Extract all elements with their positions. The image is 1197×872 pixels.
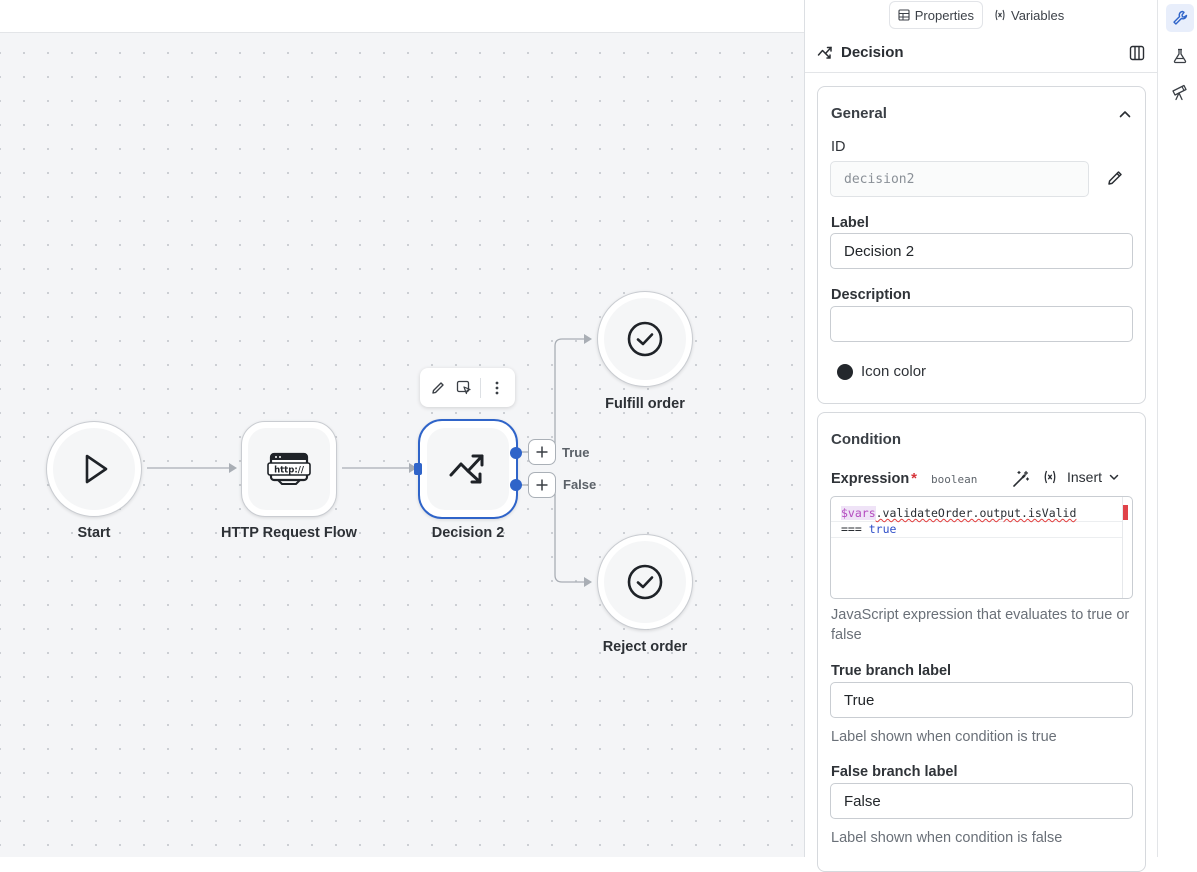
- telescope-icon: [1172, 84, 1187, 101]
- select-node-button[interactable]: [452, 374, 476, 402]
- tab-variables-label: Variables: [1011, 7, 1065, 23]
- expression-help-text: JavaScript expression that evaluates to …: [831, 607, 1130, 643]
- more-vertical-icon: [495, 381, 499, 394]
- decision-input-handle[interactable]: [414, 463, 422, 475]
- true-branch-help-text: Label shown when condition is true: [831, 729, 1057, 745]
- columns-layout-icon[interactable]: [1129, 45, 1145, 61]
- icon-color-label: Icon color: [861, 363, 927, 380]
- false-output-handle[interactable]: [510, 479, 522, 491]
- right-rail: [1158, 0, 1197, 857]
- true-branch-label-title: True branch label: [831, 663, 952, 679]
- reject-order-label: Reject order: [602, 639, 688, 655]
- decision-node[interactable]: [418, 419, 518, 519]
- variable-icon: [1044, 470, 1056, 484]
- tab-variables[interactable]: Variables: [986, 2, 1072, 28]
- chevron-down-icon: [1109, 474, 1119, 480]
- general-section: General ID decision2 Label Decision 2 De…: [817, 86, 1146, 404]
- true-branch-label: True: [562, 445, 590, 460]
- rail-test-button[interactable]: [1166, 42, 1194, 70]
- tab-properties-label: Properties: [914, 7, 974, 23]
- fulfill-order-label: Fulfill order: [605, 396, 685, 412]
- code-line-2: === true: [841, 521, 896, 537]
- panel-tabs: Properties Variables: [805, 0, 1157, 33]
- expression-label: Expression: [831, 471, 910, 487]
- description-label: Description: [831, 287, 911, 303]
- label-field-label: Label: [831, 215, 869, 231]
- http-request-node[interactable]: http://: [241, 421, 337, 517]
- insert-label: Insert: [1067, 469, 1103, 485]
- toolbar-divider: [480, 377, 481, 398]
- plus-icon: [536, 479, 548, 491]
- add-true-branch-button[interactable]: [528, 439, 556, 465]
- code-line-1: $vars.validateOrder.output.isValid: [841, 505, 1076, 521]
- label-input[interactable]: Decision 2: [830, 233, 1133, 269]
- insert-dropdown[interactable]: Insert: [1043, 469, 1120, 485]
- expression-editor[interactable]: $vars.validateOrder.output.isValid === t…: [830, 496, 1133, 599]
- code-boolean-token: true: [868, 522, 897, 536]
- panel-header: Decision: [805, 33, 1157, 73]
- tab-properties[interactable]: Properties: [889, 2, 982, 28]
- false-branch-label: False: [563, 477, 597, 492]
- node-toolbar: [420, 368, 515, 407]
- rail-properties-button[interactable]: [1166, 4, 1194, 32]
- svg-text:http://: http://: [274, 466, 305, 476]
- play-icon: [85, 454, 108, 484]
- magic-wand-icon[interactable]: [1012, 470, 1030, 488]
- pencil-icon: [432, 381, 444, 394]
- check-circle-icon: [627, 564, 663, 600]
- chevron-up-icon[interactable]: [1118, 107, 1132, 121]
- variable-icon: [995, 9, 1005, 21]
- add-false-branch-button[interactable]: [528, 472, 556, 498]
- table-icon: [898, 9, 910, 21]
- false-branch-label-title: False branch label: [831, 764, 958, 780]
- edit-id-pencil-icon[interactable]: [1106, 169, 1124, 187]
- panel-title: Decision: [841, 44, 904, 61]
- id-label: ID: [831, 139, 846, 155]
- start-node[interactable]: [46, 421, 142, 517]
- false-branch-label-input[interactable]: False: [830, 783, 1133, 819]
- condition-section-title: Condition: [831, 431, 901, 448]
- true-output-handle[interactable]: [510, 447, 522, 459]
- http-icon: http://: [267, 452, 311, 485]
- flask-icon: [1173, 48, 1187, 64]
- description-input[interactable]: [830, 306, 1133, 342]
- decision-node-label: Decision 2: [431, 525, 505, 541]
- http-request-node-label: HTTP Request Flow: [221, 525, 357, 541]
- cursor-select-icon: [456, 380, 471, 394]
- reject-order-node[interactable]: [597, 534, 693, 630]
- expression-type-hint: boolean: [931, 473, 978, 486]
- false-branch-help-text: Label shown when condition is false: [831, 830, 1063, 846]
- wrench-icon: [1173, 10, 1188, 25]
- decision-branch-icon: [449, 454, 484, 484]
- plus-icon: [536, 446, 548, 458]
- true-branch-label-input[interactable]: True: [830, 682, 1133, 718]
- fulfill-order-node[interactable]: [597, 291, 693, 387]
- code-operator-token: ===: [841, 522, 862, 536]
- edit-node-button[interactable]: [426, 374, 450, 402]
- general-section-title: General: [831, 105, 887, 122]
- more-options-button[interactable]: [485, 374, 509, 402]
- required-marker: *: [911, 470, 918, 487]
- properties-panel: Properties Variables Decision General ID…: [804, 0, 1158, 872]
- condition-section: Condition Expression * boolean Insert $v…: [817, 412, 1146, 872]
- error-marker: [1123, 505, 1128, 520]
- id-field: decision2: [830, 161, 1089, 197]
- rail-observe-button[interactable]: [1166, 78, 1194, 106]
- check-circle-icon: [627, 321, 663, 357]
- icon-color-swatch[interactable]: [837, 364, 853, 380]
- code-vars-token: $vars: [841, 506, 876, 520]
- decision-branch-icon: [817, 46, 832, 59]
- expression-label-row: Expression * boolean: [831, 470, 977, 487]
- start-node-label: Start: [77, 525, 111, 541]
- canvas-top-bar: [0, 0, 804, 33]
- code-path-token: .validateOrder.output.isValid: [875, 506, 1077, 520]
